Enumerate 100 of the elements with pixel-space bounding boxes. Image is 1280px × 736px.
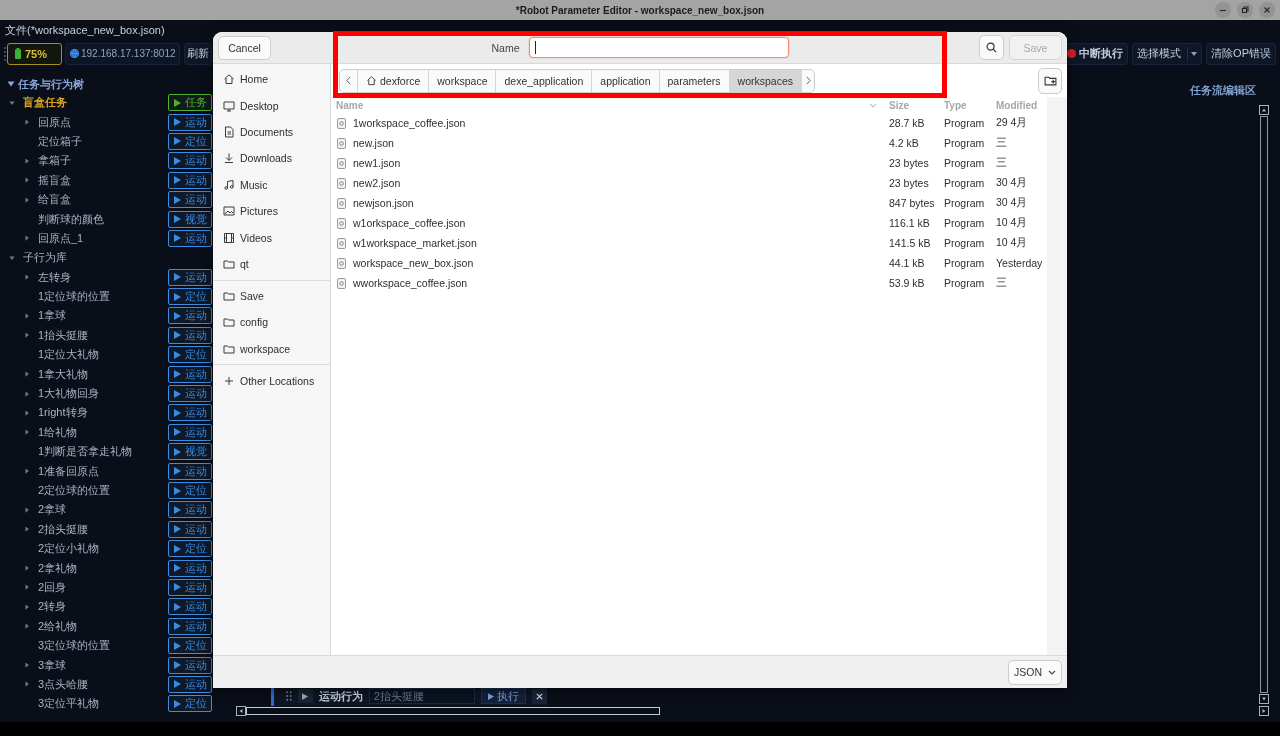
tag-button[interactable]: 定位 bbox=[168, 132, 212, 150]
tree-item-label[interactable]: 回原点 bbox=[38, 114, 71, 130]
file-name[interactable]: new1.json bbox=[353, 157, 401, 169]
tag-button[interactable]: 视觉 bbox=[168, 443, 212, 461]
sidebar-item[interactable]: Pictures bbox=[213, 197, 330, 225]
expand-arrow-icon[interactable] bbox=[24, 390, 30, 397]
file-menu[interactable]: 文件(*workspace_new_box.json) bbox=[5, 23, 165, 38]
tag-button[interactable]: 运动 bbox=[168, 113, 212, 131]
scroll-left-arrow-icon[interactable] bbox=[236, 706, 246, 716]
tag-button[interactable]: 运动 bbox=[168, 462, 212, 480]
file-name[interactable]: new.json bbox=[353, 137, 394, 149]
file-name[interactable]: 1workspace_coffee.json bbox=[353, 117, 466, 129]
expand-arrow-icon[interactable] bbox=[24, 157, 30, 164]
tree-item-label[interactable]: 2拿球 bbox=[38, 502, 67, 518]
tree-item-label[interactable]: 1right转身 bbox=[38, 405, 88, 421]
tag-button[interactable]: 运动 bbox=[168, 598, 212, 616]
expand-arrow-icon[interactable] bbox=[24, 409, 30, 416]
behavior-input-field[interactable]: 2抬头挺腰 bbox=[368, 688, 476, 704]
tag-button[interactable]: 运动 bbox=[168, 656, 212, 674]
path-segment-button[interactable]: workspaces bbox=[729, 69, 803, 92]
scrollbar-track[interactable] bbox=[1260, 116, 1268, 693]
expand-step-button[interactable] bbox=[297, 689, 313, 703]
tag-button[interactable]: 运动 bbox=[168, 326, 212, 344]
scrollbar-track[interactable] bbox=[246, 707, 660, 715]
expand-arrow-icon[interactable] bbox=[24, 565, 30, 572]
tree-item-label[interactable]: 2定位球的位置 bbox=[38, 483, 111, 498]
expand-arrow-icon[interactable] bbox=[24, 371, 30, 378]
scroll-right-arrow-icon[interactable] bbox=[1259, 706, 1269, 716]
tag-button[interactable]: 运动 bbox=[168, 385, 212, 403]
sidebar-item[interactable]: config bbox=[213, 309, 330, 336]
expand-arrow-icon[interactable] bbox=[24, 332, 30, 339]
sidebar-item[interactable]: Home bbox=[213, 66, 330, 93]
path-segment-button[interactable]: application bbox=[592, 69, 660, 92]
tag-button[interactable]: 运动 bbox=[168, 423, 212, 441]
tree-item-label[interactable]: 盲盒任务 bbox=[23, 95, 67, 111]
tree-item-label[interactable]: 3点头哈腰 bbox=[38, 676, 89, 692]
tree-item-label[interactable]: 2给礼物 bbox=[38, 618, 78, 634]
expand-arrow-icon[interactable] bbox=[24, 681, 30, 688]
tag-button[interactable]: 运动 bbox=[168, 191, 212, 209]
file-name[interactable]: w1workspace_market.json bbox=[353, 237, 477, 249]
minimize-icon[interactable] bbox=[1215, 2, 1231, 18]
tree-item-label[interactable]: 3拿球 bbox=[38, 657, 67, 673]
toolbar-button[interactable]: 刷新 bbox=[183, 42, 212, 65]
expand-arrow-icon[interactable] bbox=[24, 429, 30, 436]
tree-item-label[interactable]: 2定位小礼物 bbox=[38, 541, 100, 557]
sidebar-item[interactable]: Save bbox=[213, 282, 330, 310]
tree-item-label[interactable]: 判断球的颜色 bbox=[38, 211, 104, 227]
tag-button[interactable]: 任务 bbox=[168, 94, 212, 112]
collapse-arrow-icon[interactable] bbox=[7, 80, 15, 88]
expand-arrow-icon[interactable] bbox=[24, 468, 30, 475]
expand-arrow-icon[interactable] bbox=[24, 274, 30, 281]
tag-button[interactable]: 定位 bbox=[168, 695, 212, 713]
tag-button[interactable]: 运动 bbox=[168, 404, 212, 422]
tag-button[interactable]: 运动 bbox=[168, 675, 212, 693]
tree-item-label[interactable]: 定位箱子 bbox=[38, 133, 82, 149]
run-button[interactable]: 执行 bbox=[481, 688, 527, 704]
delete-button[interactable] bbox=[532, 688, 547, 704]
name-input-field[interactable] bbox=[528, 37, 789, 58]
sidebar-item[interactable]: Music bbox=[213, 171, 330, 198]
tag-button[interactable]: 定位 bbox=[168, 540, 212, 558]
scroll-up-arrow-icon[interactable] bbox=[1259, 105, 1269, 115]
tree-item-label[interactable]: 1给礼物 bbox=[38, 424, 78, 440]
tag-button[interactable]: 定位 bbox=[168, 346, 212, 364]
tag-button[interactable]: 运动 bbox=[168, 365, 212, 383]
new-folder-button[interactable] bbox=[1038, 67, 1062, 94]
scroll-down-arrow-icon[interactable] bbox=[1259, 694, 1269, 704]
toolbar-button[interactable]: 清除OP错误 bbox=[1206, 42, 1276, 65]
file-name[interactable]: new2.json bbox=[353, 177, 401, 189]
tree-item-label[interactable]: 左转身 bbox=[38, 269, 71, 285]
tag-button[interactable]: 运动 bbox=[168, 229, 212, 247]
tree-item-label[interactable]: 2转身 bbox=[38, 599, 67, 615]
collapse-arrow-icon[interactable] bbox=[9, 254, 15, 261]
sidebar-item[interactable]: Downloads bbox=[213, 145, 330, 172]
tree-item-label[interactable]: 1拿大礼物 bbox=[38, 366, 89, 382]
tag-button[interactable]: 视觉 bbox=[168, 210, 212, 228]
path-segment-button[interactable]: dexforce bbox=[358, 69, 430, 92]
expand-arrow-icon[interactable] bbox=[24, 603, 30, 610]
tree-item-label[interactable]: 拿箱子 bbox=[38, 153, 71, 169]
file-name[interactable]: w1orkspace_coffee.json bbox=[353, 217, 466, 229]
grip-icon[interactable] bbox=[3, 45, 7, 62]
tree-item-label[interactable]: 1定位大礼物 bbox=[38, 347, 100, 363]
tree-item-label[interactable]: 摇盲盒 bbox=[38, 172, 71, 188]
tag-button[interactable]: 运动 bbox=[168, 307, 212, 325]
expand-arrow-icon[interactable] bbox=[24, 623, 30, 630]
tree-item-label[interactable]: 回原点_1 bbox=[38, 230, 84, 246]
tag-button[interactable]: 运动 bbox=[168, 152, 212, 170]
tree-item-label[interactable]: 3定位球的位置 bbox=[38, 638, 111, 654]
tag-button[interactable]: 运动 bbox=[168, 268, 212, 286]
tree-item-label[interactable]: 1准备回原点 bbox=[38, 463, 100, 479]
tag-button[interactable]: 运动 bbox=[168, 559, 212, 577]
path-segment-button[interactable]: workspace bbox=[429, 69, 497, 92]
file-name[interactable]: workspace_new_box.json bbox=[353, 257, 474, 269]
expand-arrow-icon[interactable] bbox=[24, 235, 30, 242]
sidebar-item[interactable]: Videos bbox=[213, 224, 330, 251]
tag-button[interactable]: 运动 bbox=[168, 617, 212, 635]
tree-item-label[interactable]: 1大礼物回身 bbox=[38, 386, 100, 402]
mode-dropdown[interactable]: 选择模式 bbox=[1132, 42, 1203, 65]
expand-arrow-icon[interactable] bbox=[24, 506, 30, 513]
expand-arrow-icon[interactable] bbox=[24, 177, 30, 184]
expand-arrow-icon[interactable] bbox=[24, 119, 30, 126]
